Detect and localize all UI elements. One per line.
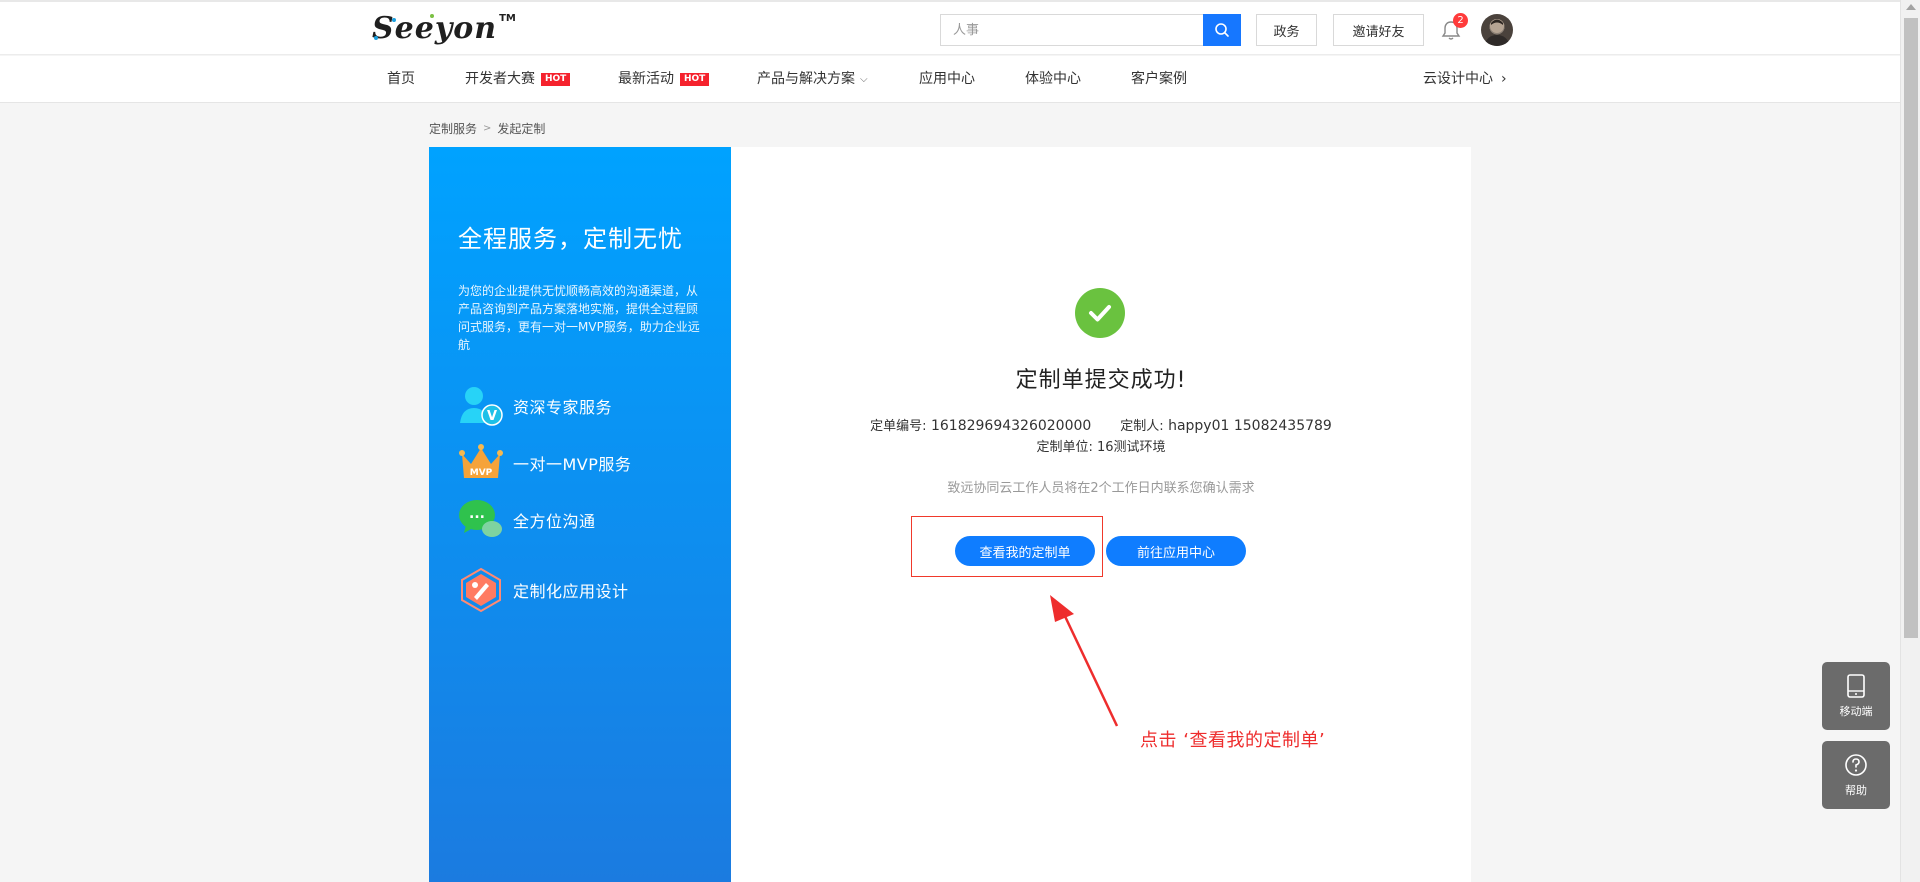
invite-friends-button[interactable]: 邀请好友 [1333,14,1424,46]
mobile-float-button[interactable]: 移动端 [1822,662,1890,730]
nav-label: 体验中心 [1025,71,1081,87]
scroll-up-icon[interactable] [1906,4,1916,10]
nav-item-latest-events[interactable]: 最新活动 HOT [618,56,710,103]
tablet-icon [1847,673,1865,698]
logo-dot [374,36,378,40]
success-title: 定制单提交成功! [1015,368,1187,393]
chat-icon: ... [458,497,504,543]
cloud-design-center-link[interactable]: 云设计中心 › [1423,56,1507,103]
breadcrumb-separator: > [483,123,492,134]
breadcrumb-item[interactable]: 定制服务 [429,120,477,137]
logo-dot [430,14,434,18]
annotation-arrow [1050,595,1119,727]
nav-label: 最新活动 [618,71,674,87]
search-button[interactable] [1203,14,1241,46]
nav-label: 首页 [387,71,415,87]
breadcrumb: 定制服务 > 发起定制 [429,120,545,137]
seeyon-logo[interactable]: Seeyon TM [372,12,516,48]
expert-icon: V [458,383,504,429]
nav-item-developer-contest[interactable]: 开发者大赛 HOT [465,56,571,103]
nav-label: 开发者大赛 [465,71,535,87]
breadcrumb-current: 发起定制 [497,122,546,136]
government-button[interactable]: 政务 [1256,14,1317,46]
notification-badge: 2 [1453,13,1468,28]
nav-item-customer-cases[interactable]: 客户案例 [1131,56,1187,103]
feature-label: 全方位沟通 [513,512,596,531]
success-icon [1075,288,1125,338]
feature-mvp: MVP 一对一MVP服务 [458,440,631,486]
search-box [940,14,1241,46]
main-nav: 首页 开发者大赛 HOT 最新活动 HOT 产品与解决方案 ⌵ 应用中心 体验中心 客… [0,56,1900,103]
avatar-image [1484,19,1510,46]
help-label: 帮助 [1845,783,1867,797]
order-unit: 定制单位: 16测试环境 [731,436,1471,455]
feature-communication: ... 全方位沟通 [458,497,596,543]
scroll-thumb[interactable] [1904,18,1918,638]
customer-label: 定制人: [1120,419,1164,434]
crown-icon: MVP [458,440,504,486]
nav-item-experience-center[interactable]: 体验中心 [1025,56,1081,103]
search-input[interactable] [941,15,1203,45]
annotation-text: 点击 ‘查看我的定制单’ [1140,730,1326,751]
nav-label: 客户案例 [1131,71,1187,87]
view-my-order-button[interactable]: 查看我的定制单 [955,536,1095,566]
chevron-right-icon: › [1501,71,1507,87]
help-float-button[interactable]: 帮助 [1822,741,1890,809]
hot-badge: HOT [680,73,710,86]
logo-text: Seeyon [372,11,498,46]
chevron-down-icon: ⌵ [860,74,868,85]
page-scrollbar[interactable] [1900,0,1920,882]
help-icon [1845,753,1867,776]
contact-notice: 致远协同云工作人员将在2个工作日内联系您确认需求 [947,481,1255,496]
unit-value: 16测试环境 [1096,440,1166,455]
order-no-value: 161829694326020000 [930,418,1092,434]
unit-label: 定制单位: [1036,440,1093,455]
feature-label: 定制化应用设计 [513,582,629,601]
logo-tm: TM [499,13,516,24]
promo-panel: 全程服务，定制无忧 为您的企业提供无忧顺畅高效的沟通渠道，从产品咨询到产品方案落… [429,147,731,882]
avatar[interactable] [1481,14,1513,46]
feature-expert: V 资深专家服务 [458,383,612,429]
order-info: 定单编号: 161829694326020000 定制人: happy01 15… [731,415,1471,434]
promo-description: 为您的企业提供无忧顺畅高效的沟通渠道，从产品咨询到产品方案落地实施，提供全过程顾… [458,284,700,352]
top-header: Seeyon TM 政务 邀请好友 2 [0,0,1900,55]
nav-item-home[interactable]: 首页 [387,56,415,103]
nav-item-app-center[interactable]: 应用中心 [919,56,975,103]
feature-label: 资深专家服务 [513,398,613,417]
hot-badge: HOT [541,73,571,86]
mobile-label: 移动端 [1839,704,1873,718]
goto-app-center-button[interactable]: 前往应用中心 [1106,536,1246,566]
expert-badge: V [487,409,497,424]
order-no-label: 定单编号: [870,419,927,434]
feature-label: 一对一MVP服务 [513,455,632,474]
nav-label: 应用中心 [919,71,975,87]
result-panel: 定制单提交成功! 定单编号: 161829694326020000 定制人: h… [731,147,1471,882]
customer-value: happy01 15082435789 [1168,418,1332,434]
nav-label: 产品与解决方案 [757,71,855,87]
nav-label: 云设计中心 [1423,71,1493,87]
search-icon [1215,23,1229,37]
promo-title: 全程服务，定制无忧 [458,225,683,253]
logo-dot [392,18,396,22]
chat-badge: ... [469,506,485,522]
mvp-badge: MVP [470,468,493,478]
nav-item-products-solutions[interactable]: 产品与解决方案 ⌵ [757,56,868,103]
feature-custom-design: 定制化应用设计 [458,567,629,613]
design-icon [458,567,504,613]
